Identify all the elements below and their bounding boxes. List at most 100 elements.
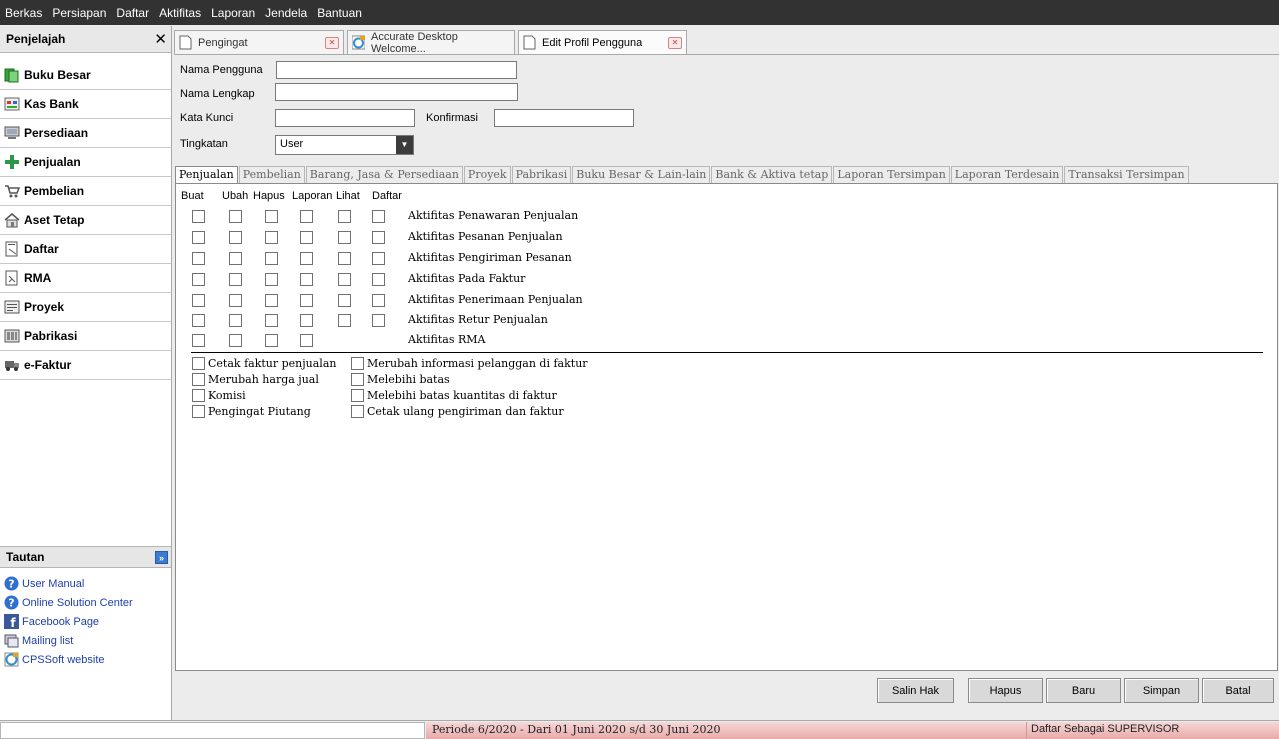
sidebar-item-rma[interactable]: RMA [0,264,171,293]
password-input[interactable] [275,109,415,127]
permission-checkbox[interactable] [300,294,313,307]
salin-hak-button[interactable]: Salin Hak [877,678,954,703]
permission-checkbox[interactable] [372,294,385,307]
option-melebihi-batas-kuantitas[interactable]: Melebihi batas kuantitas di faktur [351,389,557,402]
close-icon[interactable]: ✕ [154,30,167,48]
permission-checkbox[interactable] [338,252,351,265]
checkbox[interactable] [351,373,364,386]
option-melebihi-batas[interactable]: Melebihi batas [351,373,450,386]
permission-checkbox[interactable] [265,334,278,347]
tab-transaksi-tersimpan[interactable]: Transaksi Tersimpan [1064,166,1189,183]
save-button[interactable]: Simpan [1124,678,1199,703]
checkbox[interactable] [192,357,205,370]
permission-checkbox[interactable] [265,231,278,244]
permission-checkbox[interactable] [192,314,205,327]
fullname-input[interactable] [275,83,518,101]
tab-barang-jasa-persediaan[interactable]: Barang, Jasa & Persediaan [305,166,463,183]
permission-checkbox[interactable] [192,334,205,347]
tab-laporan-terdesain[interactable]: Laporan Terdesain [950,166,1064,183]
checkbox[interactable] [192,373,205,386]
permission-checkbox[interactable] [338,294,351,307]
cancel-button[interactable]: Batal [1202,678,1274,703]
sidebar-item-pabrikasi[interactable]: Pabrikasi [0,322,171,351]
sidebar-item-kas-bank[interactable]: Kas Bank [0,90,171,119]
tab-accurate-welcome[interactable]: Accurate Desktop Welcome... [347,30,515,55]
permission-checkbox[interactable] [265,314,278,327]
option-cetak-faktur-penjualan[interactable]: Cetak faktur penjualan [192,357,336,370]
permission-checkbox[interactable] [338,273,351,286]
tab-buku-besar-lain-lain[interactable]: Buku Besar & Lain-lain [572,166,711,183]
option-pengingat-piutang[interactable]: Pengingat Piutang [192,405,311,418]
tab-pabrikasi[interactable]: Pabrikasi [511,166,572,183]
link-online-solution-center[interactable]: ? Online Solution Center [0,593,171,612]
permission-checkbox[interactable] [300,314,313,327]
permission-checkbox[interactable] [265,252,278,265]
level-select[interactable]: User ▼ [275,135,414,155]
permission-checkbox[interactable] [229,273,242,286]
permission-checkbox[interactable] [372,252,385,265]
option-merubah-informasi-pelanggan[interactable]: Merubah informasi pelanggan di faktur [351,357,588,370]
permission-checkbox[interactable] [265,273,278,286]
permission-checkbox[interactable] [300,210,313,223]
sidebar-item-aset-tetap[interactable]: Aset Tetap [0,206,171,235]
permission-checkbox[interactable] [338,231,351,244]
menu-bantuan[interactable]: Bantuan [317,6,362,20]
tab-laporan-tersimpan[interactable]: Laporan Tersimpan [833,166,950,183]
permission-checkbox[interactable] [300,231,313,244]
checkbox[interactable] [351,405,364,418]
checkbox[interactable] [351,357,364,370]
permission-checkbox[interactable] [192,294,205,307]
sidebar-item-proyek[interactable]: Proyek [0,293,171,322]
permission-checkbox[interactable] [300,334,313,347]
menu-daftar[interactable]: Daftar [116,6,149,20]
confirm-password-input[interactable] [494,109,634,127]
menu-persiapan[interactable]: Persiapan [52,6,106,20]
permission-checkbox[interactable] [265,210,278,223]
link-mailing-list[interactable]: Mailing list [0,631,171,650]
permission-checkbox[interactable] [372,210,385,223]
sidebar-item-buku-besar[interactable]: Buku Besar [0,61,171,90]
permission-checkbox[interactable] [372,314,385,327]
sidebar-item-e-faktur[interactable]: e-Faktur [0,351,171,380]
permission-checkbox[interactable] [192,210,205,223]
close-icon[interactable]: ✕ [325,36,339,49]
delete-button[interactable]: Hapus [968,678,1043,703]
permission-checkbox[interactable] [300,273,313,286]
menu-berkas[interactable]: Berkas [5,6,42,20]
menu-jendela[interactable]: Jendela [265,6,307,20]
link-user-manual[interactable]: ? User Manual [0,574,171,593]
checkbox[interactable] [192,389,205,402]
permission-checkbox[interactable] [229,231,242,244]
sidebar-item-daftar[interactable]: Daftar [0,235,171,264]
collapse-icon[interactable]: » [155,550,168,564]
tab-edit-profil-pengguna[interactable]: Edit Profil Pengguna ✕ [518,30,687,54]
option-komisi[interactable]: Komisi [192,389,246,402]
tab-penjualan[interactable]: Penjualan [175,166,238,183]
permission-checkbox[interactable] [229,314,242,327]
tab-proyek[interactable]: Proyek [463,166,511,183]
permission-checkbox[interactable] [338,210,351,223]
permission-checkbox[interactable] [372,273,385,286]
option-cetak-ulang-pengiriman[interactable]: Cetak ulang pengiriman dan faktur [351,405,564,418]
username-input[interactable] [276,61,517,79]
permission-checkbox[interactable] [229,210,242,223]
option-merubah-harga-jual[interactable]: Merubah harga jual [192,373,319,386]
tab-pembelian[interactable]: Pembelian [238,166,305,183]
link-cpssoft-website[interactable]: CPSSoft website [0,650,171,669]
permission-checkbox[interactable] [229,252,242,265]
permission-checkbox[interactable] [192,273,205,286]
chevron-down-icon[interactable]: ▼ [396,136,413,154]
sidebar-item-persediaan[interactable]: Persediaan [0,119,171,148]
menu-aktifitas[interactable]: Aktifitas [159,6,201,20]
tab-pengingat[interactable]: Pengingat ✕ [174,30,344,54]
checkbox[interactable] [192,405,205,418]
link-facebook-page[interactable]: f Facebook Page [0,612,171,631]
checkbox[interactable] [351,389,364,402]
permission-checkbox[interactable] [372,231,385,244]
close-icon[interactable]: ✕ [668,36,682,49]
permission-checkbox[interactable] [229,334,242,347]
permission-checkbox[interactable] [265,294,278,307]
tab-bank-aktiva-tetap[interactable]: Bank & Aktiva tetap [711,166,833,183]
new-button[interactable]: Baru [1046,678,1121,703]
permission-checkbox[interactable] [300,252,313,265]
